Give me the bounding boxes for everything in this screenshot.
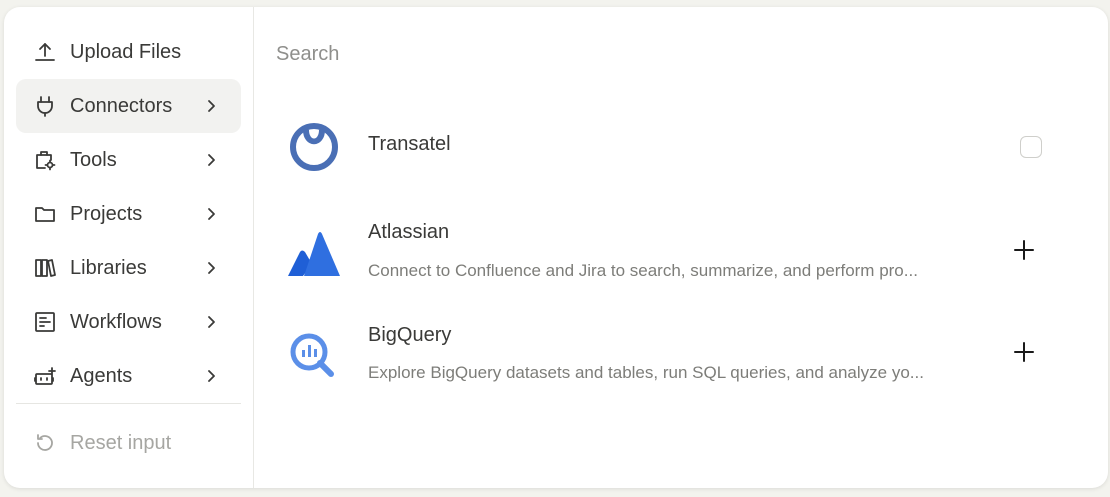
workflow-icon [34,311,56,333]
menu-item-libraries[interactable]: Libraries [16,241,241,295]
upload-icon [34,41,56,63]
menu-item-label: Agents [70,365,133,387]
menu-item-label: Projects [70,203,143,225]
bigquery-logo [284,322,344,382]
chevron-right-icon [204,151,218,169]
tools-icon [34,149,56,171]
reset-input-button[interactable]: Reset input [16,416,241,470]
menu-item-workflows[interactable]: Workflows [16,295,241,349]
menu-item-agents[interactable]: Agents [16,349,241,403]
add-connector-bigquery-button[interactable] [1012,340,1036,364]
menu-item-label: Connectors [70,95,173,117]
plug-icon [34,95,56,117]
menu-item-label: Libraries [70,257,147,279]
agent-icon [34,365,56,387]
connector-description: Connect to Confluence and Jira to search… [368,261,918,280]
connector-name: Atlassian [368,221,450,243]
connector-checkbox-transatel[interactable] [1020,136,1042,158]
chevron-right-icon [204,97,218,115]
library-icon [34,257,56,279]
search-input[interactable] [276,37,976,71]
menu-item-projects[interactable]: Projects [16,187,241,241]
menu-divider [16,403,241,404]
connector-row-bigquery[interactable]: BigQuery Explore BigQuery datasets and t… [254,307,1108,397]
connector-row-transatel[interactable]: Transatel [254,103,1108,193]
connector-row-atlassian[interactable]: Atlassian Connect to Confluence and Jira… [254,205,1108,295]
connectors-list-area: Transatel Atlassian Connect to Confluenc… [254,7,1108,488]
connector-description: Explore BigQuery datasets and tables, ru… [368,363,924,382]
menu-item-label: Tools [70,149,117,171]
reset-icon [34,432,56,454]
add-connector-atlassian-button[interactable] [1012,238,1036,262]
menu-item-label: Workflows [70,311,162,333]
menu-item-connectors[interactable]: Connectors [16,79,241,133]
menu-item-tools[interactable]: Tools [16,133,241,187]
sidebar-menu: Upload Files Connectors Tools Projects L… [4,7,254,488]
chevron-right-icon [204,313,218,331]
connector-name: BigQuery [368,324,452,346]
transatel-logo [284,117,344,177]
folder-icon [34,203,56,225]
chevron-right-icon [204,259,218,277]
chevron-right-icon [204,205,218,223]
connectors-panel: Upload Files Connectors Tools Projects L… [4,7,1108,488]
reset-input-label: Reset input [70,432,172,454]
connector-name: Transatel [368,133,451,155]
menu-item-label: Upload Files [70,41,182,63]
chevron-right-icon [204,367,218,385]
menu-item-upload-files[interactable]: Upload Files [16,25,241,79]
atlassian-logo [284,220,344,280]
